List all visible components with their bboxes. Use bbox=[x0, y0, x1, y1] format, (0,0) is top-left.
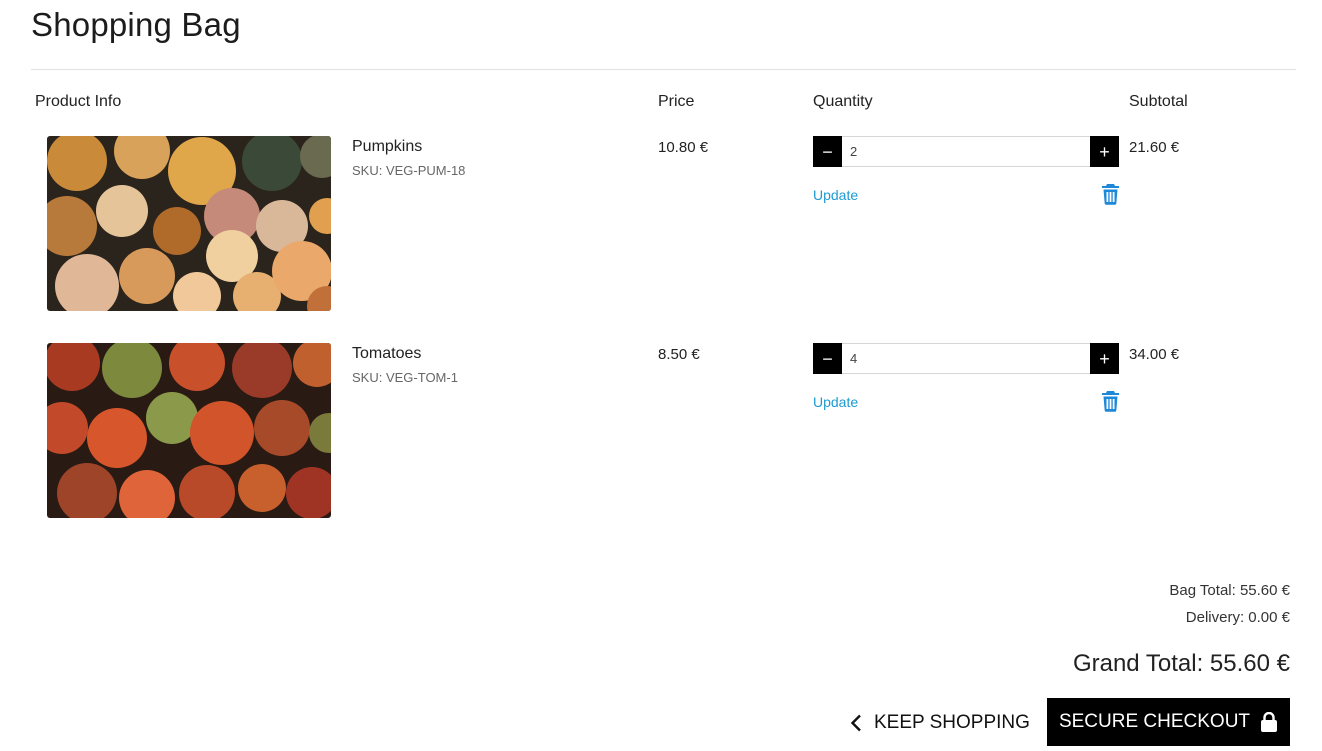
lock-icon bbox=[1261, 712, 1278, 732]
grand-total: Grand Total: 55.60 € bbox=[1072, 650, 1290, 677]
update-link[interactable]: Update bbox=[813, 394, 858, 410]
chevron-left-icon bbox=[850, 714, 861, 732]
quantity-input[interactable] bbox=[842, 343, 1090, 374]
product-sku: SKU: VEG-PUM-18 bbox=[352, 163, 466, 178]
trash-icon[interactable] bbox=[1101, 183, 1120, 205]
header-quantity: Quantity bbox=[813, 93, 873, 110]
keep-shopping-link[interactable]: KEEP SHOPPING bbox=[850, 708, 1030, 738]
title-divider bbox=[31, 69, 1296, 70]
product-subtotal: 34.00 € bbox=[1129, 346, 1180, 363]
page-title: Shopping Bag bbox=[31, 6, 241, 43]
trash-icon[interactable] bbox=[1101, 390, 1120, 412]
product-name[interactable]: Pumpkins bbox=[352, 138, 422, 156]
bag-total: Bag Total: 55.60 € bbox=[1169, 582, 1290, 599]
increment-button[interactable]: + bbox=[1090, 136, 1119, 167]
decrement-button[interactable]: − bbox=[813, 136, 842, 167]
decrement-button[interactable]: − bbox=[813, 343, 842, 374]
product-subtotal: 21.60 € bbox=[1129, 139, 1180, 156]
quantity-stepper: − + bbox=[813, 136, 1119, 167]
product-price: 8.50 € bbox=[658, 346, 700, 363]
quantity-input[interactable] bbox=[842, 136, 1090, 167]
increment-button[interactable]: + bbox=[1090, 343, 1119, 374]
header-subtotal: Subtotal bbox=[1129, 93, 1188, 110]
product-price: 10.80 € bbox=[658, 139, 709, 156]
delivery-cost: Delivery: 0.00 € bbox=[1185, 609, 1290, 626]
pumpkins-image bbox=[47, 136, 331, 311]
product-sku: SKU: VEG-TOM-1 bbox=[352, 370, 458, 385]
secure-checkout-button[interactable]: SECURE CHECKOUT bbox=[1047, 698, 1290, 746]
tomatoes-image bbox=[47, 343, 331, 518]
header-price: Price bbox=[658, 93, 695, 110]
quantity-stepper: − + bbox=[813, 343, 1119, 374]
product-name[interactable]: Tomatoes bbox=[352, 345, 421, 363]
header-product-info: Product Info bbox=[35, 93, 122, 110]
checkout-label: SECURE CHECKOUT bbox=[1058, 711, 1251, 732]
update-link[interactable]: Update bbox=[813, 187, 858, 203]
keep-shopping-label: KEEP SHOPPING bbox=[874, 712, 1030, 733]
